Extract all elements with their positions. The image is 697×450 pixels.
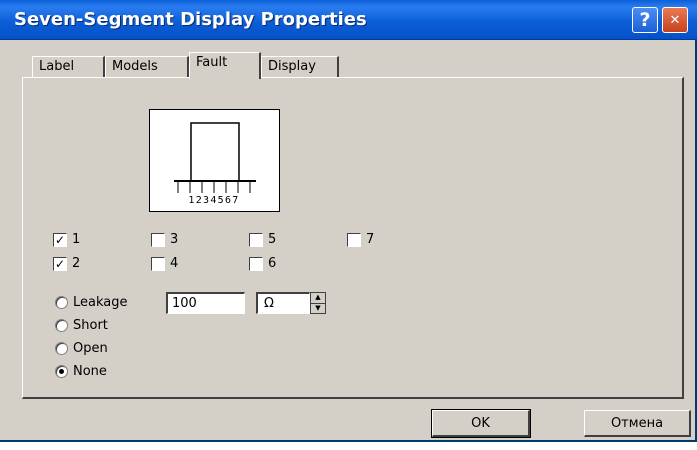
help-button[interactable]: ? (632, 7, 658, 33)
pin-1-label: 1 (72, 232, 81, 247)
spin-up-icon[interactable]: ▲ (311, 293, 325, 304)
pin-5-label: 5 (268, 232, 277, 247)
radio-none[interactable]: None (55, 364, 107, 379)
help-icon: ? (639, 9, 651, 31)
window-title: Seven-Segment Display Properties (14, 9, 367, 30)
close-button[interactable]: ✕ (662, 7, 688, 33)
radio-open-label: Open (73, 341, 108, 356)
pin-2-label: 2 (72, 256, 81, 271)
tab-display[interactable]: Display (261, 56, 339, 78)
spin-down-icon[interactable]: ▼ (311, 304, 325, 314)
leakage-value-input[interactable]: 100 (166, 292, 245, 314)
tab-models[interactable]: Models (105, 56, 189, 78)
close-icon: ✕ (669, 12, 681, 28)
pin-4-checkbox[interactable]: 4 (151, 256, 178, 271)
cancel-button[interactable]: Отмена (584, 410, 691, 437)
radio-open[interactable]: Open (55, 341, 108, 356)
pin-1-checkbox[interactable]: ✓ 1 (53, 232, 80, 247)
radio-leakage-label: Leakage (73, 295, 128, 310)
pin-5-checkbox[interactable]: 5 (249, 232, 276, 247)
checkmark-icon: ✓ (53, 256, 67, 271)
title-bar[interactable]: Seven-Segment Display Properties ? ✕ (0, 0, 697, 40)
checkmark-icon: ✓ (53, 232, 67, 247)
pin-7-checkbox[interactable]: 7 (347, 232, 374, 247)
properties-dialog: Seven-Segment Display Properties ? ✕ Lab… (0, 0, 697, 442)
radio-short[interactable]: Short (55, 318, 108, 333)
pin-3-label: 3 (170, 232, 179, 247)
unit-spinner[interactable]: ▲ ▼ (310, 292, 326, 314)
radio-selected-dot (59, 369, 64, 374)
pin-6-checkbox[interactable]: 6 (249, 256, 276, 271)
pin-diagram: 1234567 (149, 109, 280, 212)
display-component-icon: 1234567 (174, 122, 256, 206)
pin-4-label: 4 (170, 256, 179, 271)
leakage-unit-field[interactable]: Ω (256, 292, 310, 314)
pin-number-labels: 1234567 (188, 195, 239, 206)
pin-6-label: 6 (268, 256, 277, 271)
tab-fault[interactable]: Fault (189, 52, 261, 79)
radio-short-label: Short (73, 318, 108, 333)
ok-button[interactable]: OK (431, 409, 531, 438)
radio-leakage[interactable]: Leakage (55, 295, 128, 310)
tab-label[interactable]: Label (32, 56, 105, 78)
pin-3-checkbox[interactable]: 3 (151, 232, 178, 247)
radio-none-label: None (73, 364, 107, 379)
pin-2-checkbox[interactable]: ✓ 2 (53, 256, 80, 271)
pin-7-label: 7 (366, 232, 375, 247)
